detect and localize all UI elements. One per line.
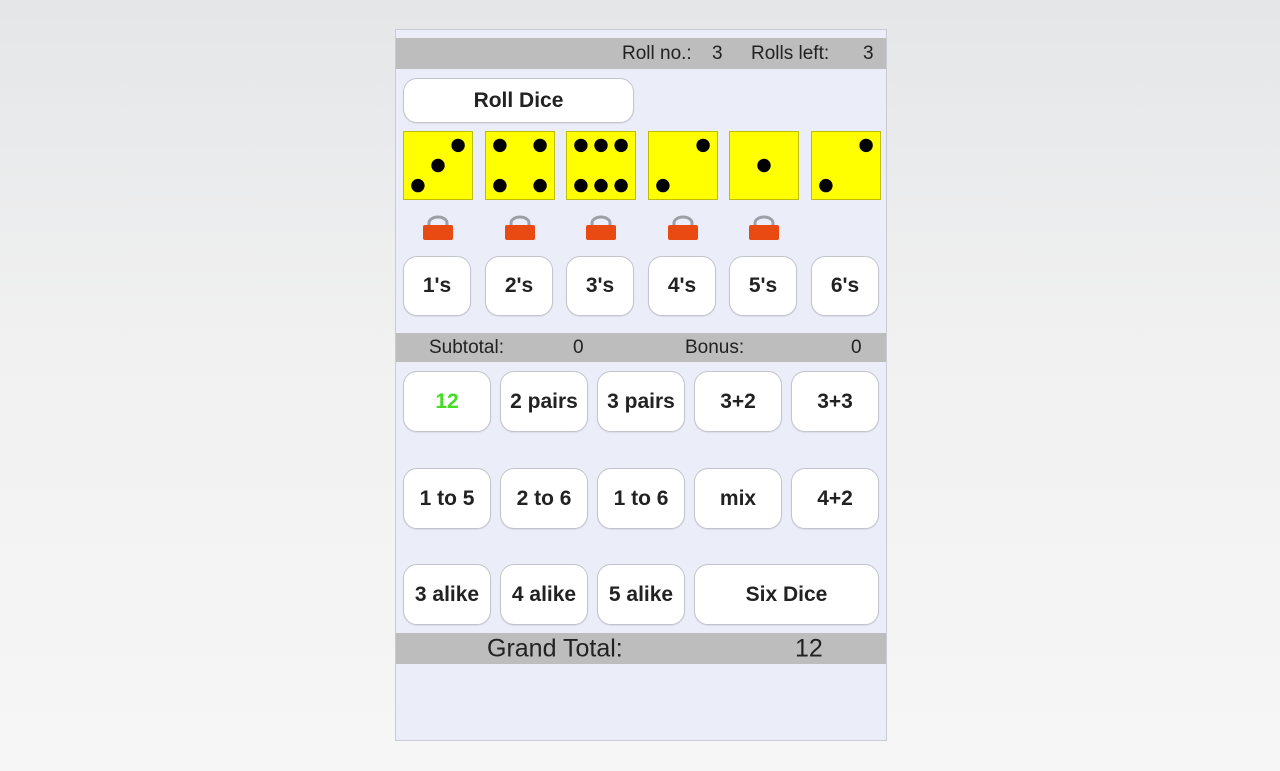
subtotal-bar: Subtotal: 0 Bonus: 0	[396, 333, 886, 362]
die-pip	[451, 138, 465, 153]
subtotal-value: 0	[573, 336, 584, 358]
die-face-icon	[574, 138, 628, 193]
padlock-icon	[423, 215, 453, 240]
four-alike-button[interactable]: 4 alike	[500, 564, 588, 625]
threes-button[interactable]: 3's	[566, 256, 634, 316]
three-plus-three-button[interactable]: 3+3	[791, 371, 879, 432]
die-pip	[431, 158, 445, 173]
lock-icon[interactable]	[422, 215, 454, 240]
die-face-icon	[656, 138, 710, 193]
fours-button[interactable]: 4's	[648, 256, 716, 316]
fives-button[interactable]: 5's	[729, 256, 797, 316]
padlock-icon	[668, 215, 698, 240]
three-alike-button[interactable]: 3 alike	[403, 564, 491, 625]
rolls-left-value: 3	[863, 42, 874, 64]
roll-no-value: 3	[712, 42, 723, 64]
die-pip	[819, 178, 833, 193]
subtotal-label: Subtotal:	[429, 336, 504, 358]
die-pip	[614, 178, 628, 193]
die-pip	[493, 138, 507, 153]
three-pairs-button[interactable]: 3 pairs	[597, 371, 685, 432]
die-3[interactable]	[566, 131, 636, 200]
die-pip	[493, 178, 507, 193]
lock-icon[interactable]	[667, 215, 699, 240]
five-alike-button[interactable]: 5 alike	[597, 564, 685, 625]
twelve-score-button[interactable]: 12	[403, 371, 491, 432]
padlock-icon	[749, 215, 779, 240]
die-pip	[614, 138, 628, 153]
die-pip	[574, 138, 588, 153]
die-pip	[656, 178, 670, 193]
twos-button[interactable]: 2's	[485, 256, 553, 316]
ones-button[interactable]: 1's	[403, 256, 471, 316]
die-6[interactable]	[811, 131, 881, 200]
bonus-value: 0	[851, 336, 862, 358]
one-to-five-button[interactable]: 1 to 5	[403, 468, 491, 529]
die-1[interactable]	[403, 131, 473, 200]
die-face-icon	[493, 138, 547, 193]
sixes-button[interactable]: 6's	[811, 256, 879, 316]
lock-icon[interactable]	[585, 215, 617, 240]
one-to-six-button[interactable]: 1 to 6	[597, 468, 685, 529]
grand-total-value: 12	[795, 634, 823, 662]
three-plus-two-button[interactable]: 3+2	[694, 371, 782, 432]
die-face-icon	[819, 138, 873, 193]
roll-no-label: Roll no.:	[622, 42, 692, 64]
die-4[interactable]	[648, 131, 718, 200]
die-5[interactable]	[729, 131, 799, 200]
lock-icon[interactable]	[504, 215, 536, 240]
die-pip	[533, 138, 547, 153]
rolls-left-label: Rolls left:	[751, 42, 830, 64]
game-window: Roll no.: 3 Rolls left: 3 Roll Dice 1's …	[395, 29, 887, 741]
grand-total-label: Grand Total:	[487, 634, 623, 662]
grand-total-bar: Grand Total: 12	[396, 633, 886, 664]
die-face-icon	[411, 138, 465, 193]
four-plus-two-button[interactable]: 4+2	[791, 468, 879, 529]
padlock-icon	[586, 215, 616, 240]
padlock-icon	[505, 215, 535, 240]
bonus-label: Bonus:	[685, 336, 745, 358]
die-pip	[594, 138, 608, 153]
die-pip	[574, 178, 588, 193]
roll-dice-button[interactable]: Roll Dice	[403, 78, 634, 123]
six-dice-button[interactable]: Six Dice	[694, 564, 879, 625]
mix-button[interactable]: mix	[694, 468, 782, 529]
die-pip	[859, 138, 873, 153]
die-face-icon	[757, 158, 771, 173]
die-2[interactable]	[485, 131, 555, 200]
die-pip	[533, 178, 547, 193]
die-pip	[757, 158, 771, 173]
two-to-six-button[interactable]: 2 to 6	[500, 468, 588, 529]
die-pip	[696, 138, 710, 153]
lock-icon[interactable]	[748, 215, 780, 240]
two-pairs-button[interactable]: 2 pairs	[500, 371, 588, 432]
die-pip	[411, 178, 425, 193]
status-bar: Roll no.: 3 Rolls left: 3	[396, 38, 886, 69]
die-pip	[594, 178, 608, 193]
